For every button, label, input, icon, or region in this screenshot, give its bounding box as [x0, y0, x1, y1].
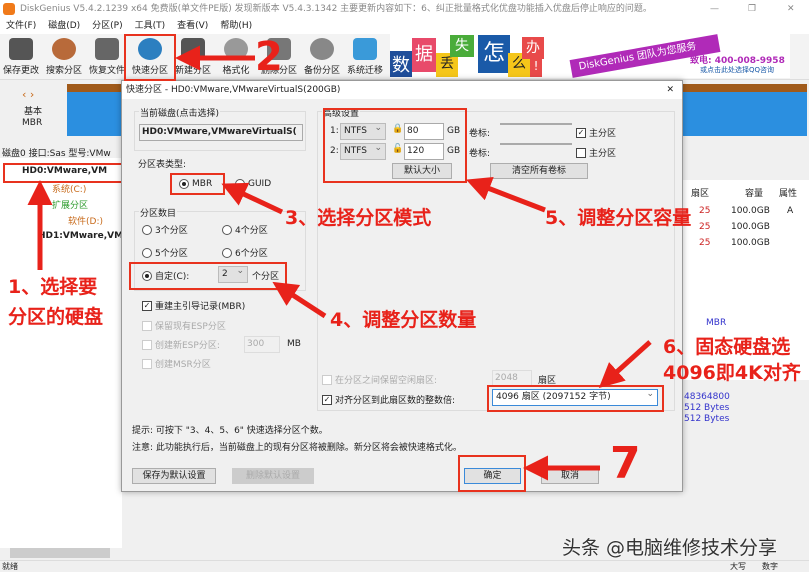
- annotation-3: 3、选择分区模式: [285, 207, 432, 229]
- num-indicator: 数字: [762, 562, 778, 571]
- status-bar: 就绪 大写 数字: [0, 560, 809, 572]
- annotation-1: 1、选择要: [8, 276, 98, 298]
- annotation-6b: 4096即4K对齐: [663, 362, 801, 384]
- annotation-7: 7: [610, 438, 641, 489]
- watermark: 头条 @电脑维修技术分享: [562, 537, 778, 559]
- annotation-1b: 分区的硬盘: [8, 306, 104, 328]
- annotation-6: 6、固态硬盘选: [663, 336, 791, 358]
- caps-indicator: 大写: [730, 562, 746, 571]
- annotation-4: 4、调整分区数量: [330, 309, 477, 331]
- annotation-5: 5、调整分区容量: [545, 207, 692, 229]
- status-text: 就绪: [2, 562, 18, 571]
- annotation-2: 2: [255, 34, 283, 80]
- annotation-arrows: [27, 45, 652, 481]
